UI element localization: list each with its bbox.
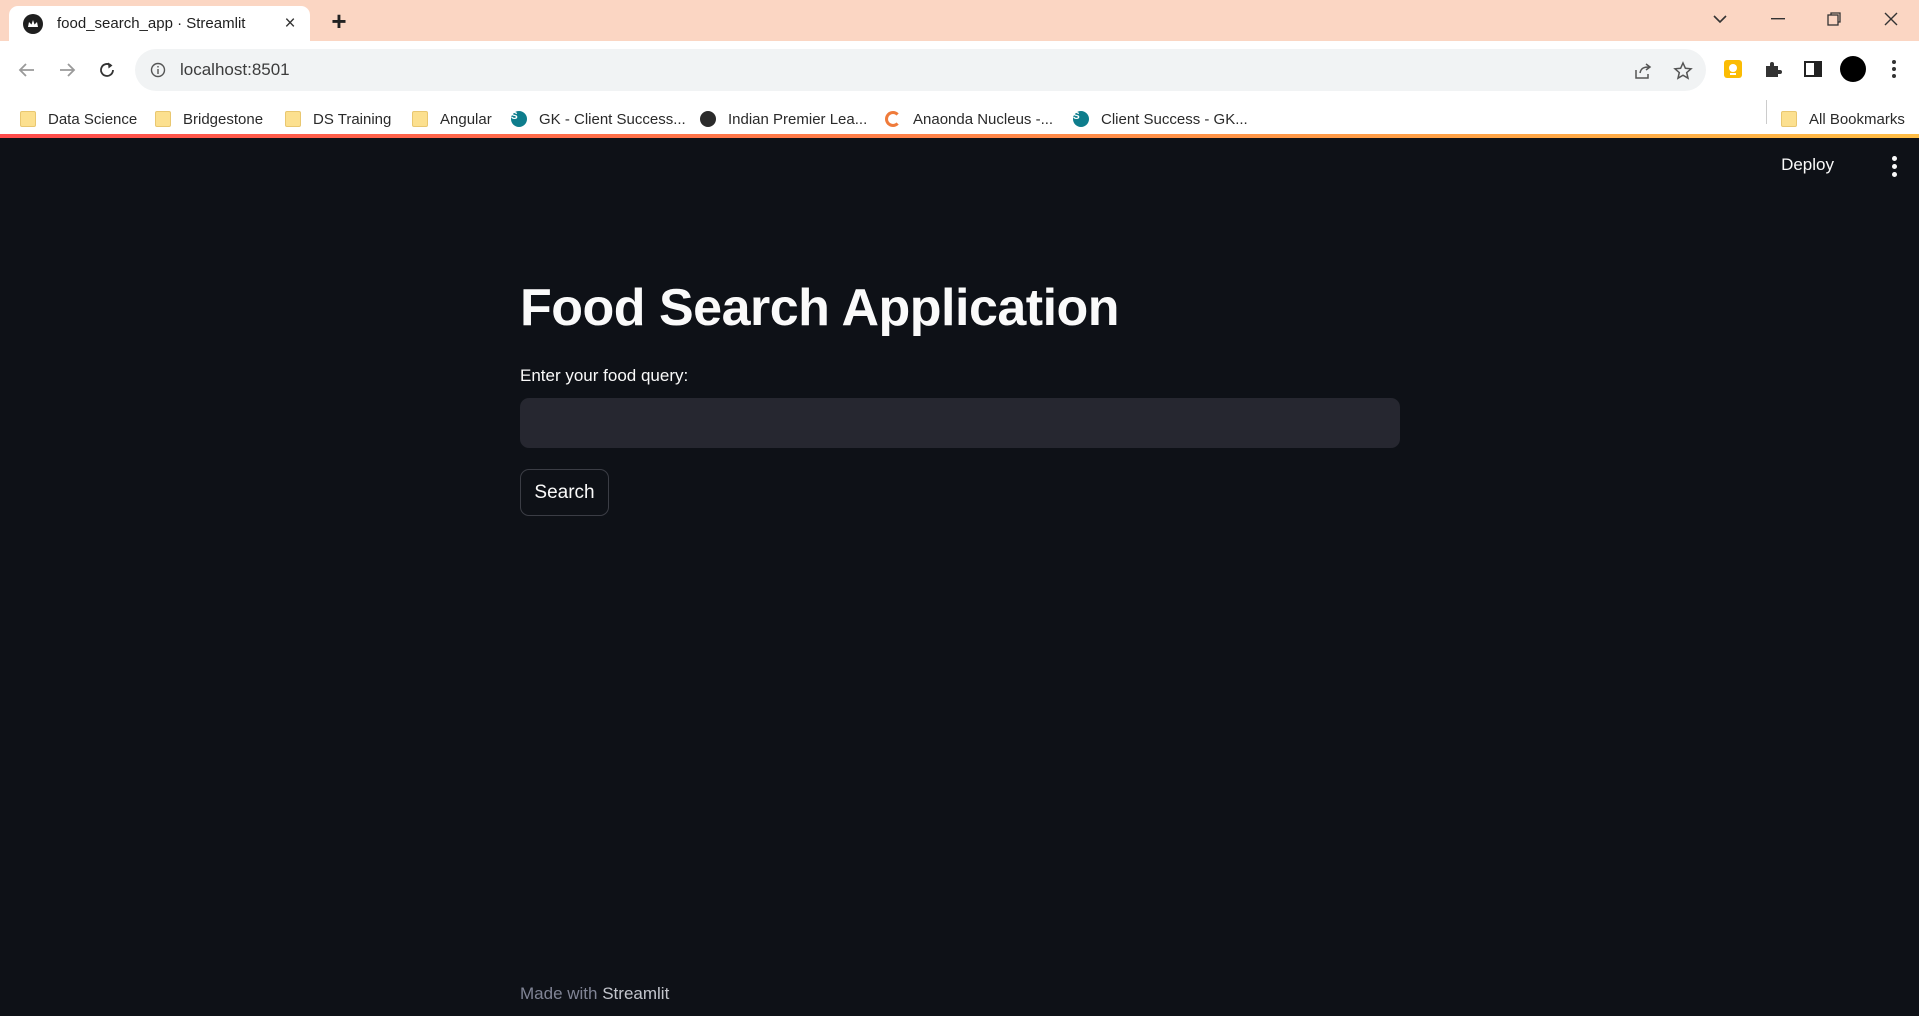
restore-icon[interactable] <box>1806 0 1862 38</box>
tab-close-icon[interactable]: × <box>280 13 300 33</box>
tab-search-chevron-icon[interactable] <box>1692 0 1748 38</box>
streamlit-favicon-icon <box>23 13 43 34</box>
reload-icon[interactable] <box>92 55 122 85</box>
bookmark-angular[interactable]: Angular <box>412 108 492 130</box>
browser-tab-strip: food_search_app · Streamlit × + <box>0 0 1919 41</box>
app-menu-icon[interactable] <box>1892 156 1898 178</box>
bookmark-gk-client-success[interactable]: S GK - Client Success... <box>511 108 686 130</box>
close-window-icon[interactable] <box>1863 0 1919 38</box>
deploy-button[interactable]: Deploy <box>1781 155 1834 175</box>
extension-notes-icon[interactable] <box>1719 55 1747 83</box>
browser-tab[interactable]: food_search_app · Streamlit × <box>9 6 310 41</box>
folder-icon <box>412 111 428 127</box>
query-label: Enter your food query: <box>520 366 689 385</box>
folder-icon <box>1781 111 1797 127</box>
all-bookmarks[interactable]: All Bookmarks <box>1781 108 1905 130</box>
forward-arrow-icon[interactable] <box>52 55 82 85</box>
extensions-puzzle-icon[interactable] <box>1759 55 1787 83</box>
footer-prefix: Made with <box>520 984 598 1003</box>
site-info-icon[interactable] <box>148 60 168 80</box>
folder-icon <box>285 111 301 127</box>
new-tab-icon[interactable]: + <box>326 6 352 36</box>
streamlit-link[interactable]: Streamlit <box>602 984 669 1003</box>
profile-avatar[interactable] <box>1839 55 1867 83</box>
bookmark-label: Anaonda Nucleus -... <box>913 110 1054 128</box>
tab-title: food_search_app · Streamlit <box>57 15 246 32</box>
bookmark-label: Bridgestone <box>183 110 264 128</box>
url-text: localhost:8501 <box>180 60 290 79</box>
minimize-icon[interactable] <box>1750 0 1806 38</box>
folder-icon <box>20 111 36 127</box>
bookmark-label: GK - Client Success... <box>539 110 686 128</box>
bookmark-ds-training[interactable]: DS Training <box>285 108 391 130</box>
browser-menu-icon[interactable] <box>1880 55 1908 83</box>
bookmark-indian-premier-league[interactable]: Indian Premier Lea... <box>700 108 867 130</box>
page-title: Food Search Application <box>520 279 1120 337</box>
share-icon[interactable] <box>1631 59 1655 83</box>
bookmark-label: Client Success - GK... <box>1101 110 1248 128</box>
globe-icon <box>700 111 716 127</box>
bookmark-data-science[interactable]: Data Science <box>20 108 137 130</box>
food-query-input[interactable] <box>520 398 1400 448</box>
browser-toolbar: localhost:8501 Data Science Bridgestone … <box>0 41 1919 137</box>
side-panel-icon[interactable] <box>1799 55 1827 83</box>
bookmark-label: Data Science <box>48 110 138 128</box>
sharepoint-icon: S <box>511 111 527 127</box>
bookmark-client-success-gk[interactable]: S Client Success - GK... <box>1073 108 1248 130</box>
bookmarks-divider <box>1766 100 1767 124</box>
all-bookmarks-label: All Bookmarks <box>1809 110 1905 128</box>
anaconda-icon <box>885 111 901 127</box>
streamlit-app: Deploy Food Search Application Enter you… <box>0 138 1919 1016</box>
sharepoint-icon: S <box>1073 111 1089 127</box>
bookmark-star-icon[interactable] <box>1671 59 1695 83</box>
main-content: Food Search Application Enter your food … <box>520 278 1400 516</box>
address-bar[interactable]: localhost:8501 <box>135 49 1706 91</box>
folder-icon <box>155 111 171 127</box>
bookmark-label: DS Training <box>313 110 392 128</box>
bookmark-anaconda-nucleus[interactable]: Anaonda Nucleus -... <box>885 108 1053 130</box>
bookmark-label: Angular <box>440 110 492 128</box>
bookmarks-bar: Data Science Bridgestone DS Training Ang… <box>0 99 1919 135</box>
footer: Made with Streamlit <box>520 984 669 1004</box>
bookmark-label: Indian Premier Lea... <box>728 110 868 128</box>
search-button[interactable]: Search <box>520 469 609 516</box>
bookmark-bridgestone[interactable]: Bridgestone <box>155 108 263 130</box>
back-arrow-icon[interactable] <box>12 55 42 85</box>
